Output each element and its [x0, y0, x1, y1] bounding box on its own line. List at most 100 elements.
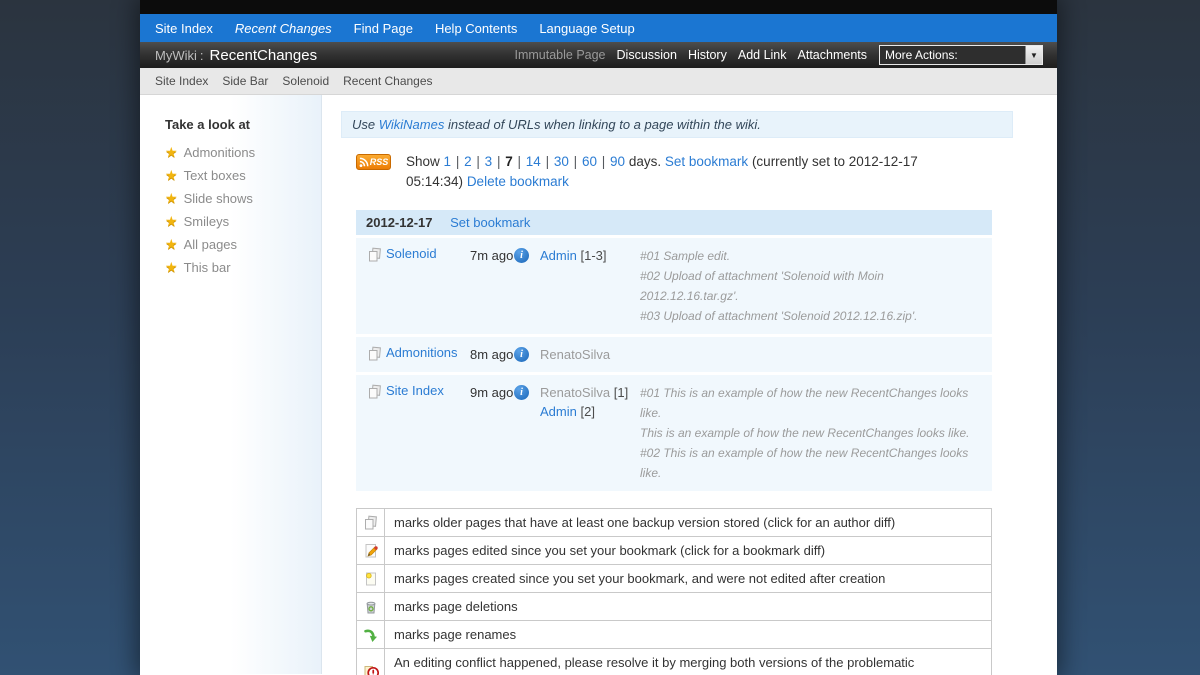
sidebar-item-all-pages[interactable]: ★ All pages: [165, 233, 321, 256]
crumb-side-bar[interactable]: Side Bar: [222, 74, 268, 88]
author-line: RenatoSilva [1]: [540, 383, 640, 402]
action-discussion[interactable]: Discussion: [617, 48, 677, 62]
rss-label: RSS: [369, 157, 389, 167]
page-name: Solenoid: [386, 246, 470, 326]
pages-icon[interactable]: [364, 246, 386, 326]
author-link[interactable]: Admin: [540, 404, 577, 419]
sidebar-item-label[interactable]: Smileys: [184, 214, 230, 229]
page-title: RecentChanges: [209, 46, 318, 64]
rss-show-line: RSS Show 1 | 2 | 3 | 7 | 14 | 30 | 60 | …: [356, 152, 1017, 192]
star-icon: ★: [165, 190, 178, 206]
comment-line: #02 Upload of attachment 'Solenoid with …: [640, 269, 884, 303]
pages-icon: [356, 508, 385, 537]
sidebar-item-slide-shows[interactable]: ★ Slide shows: [165, 187, 321, 210]
pipe-separator: |: [455, 154, 460, 169]
sidebar-item-label[interactable]: Slide shows: [184, 191, 253, 206]
rss-icon[interactable]: RSS: [356, 154, 391, 170]
sidebar-item-this-bar[interactable]: ★ This bar: [165, 256, 321, 279]
wiki-name[interactable]: MyWiki: [155, 48, 197, 63]
main-navbar: Site Index Recent Changes Find Page Help…: [140, 14, 1057, 42]
page-link[interactable]: Site Index: [386, 383, 444, 398]
show-14-days-link[interactable]: 14: [526, 154, 541, 169]
sidebar-item-smileys[interactable]: ★ Smileys: [165, 210, 321, 233]
wiki-page: Site Index Recent Changes Find Page Help…: [140, 0, 1057, 675]
title-separator: :: [199, 47, 204, 63]
author-line: Admin [2]: [540, 402, 640, 421]
action-add-link[interactable]: Add Link: [738, 48, 787, 62]
show-60-days-link[interactable]: 60: [582, 154, 597, 169]
sidebar-item-label[interactable]: All pages: [184, 237, 237, 252]
show-1-day-link[interactable]: 1: [444, 154, 452, 169]
crumb-site-index[interactable]: Site Index: [155, 74, 208, 88]
set-bookmark-link[interactable]: Set bookmark: [450, 215, 530, 230]
sidebar-item-label[interactable]: Text boxes: [184, 168, 246, 183]
legend-text: marks page deletions: [384, 592, 992, 621]
nav-recent-changes[interactable]: Recent Changes: [224, 21, 343, 36]
star-icon: ★: [165, 167, 178, 183]
pages-icon[interactable]: [364, 345, 386, 364]
author-link[interactable]: Admin: [540, 248, 577, 263]
dropdown-arrow-icon[interactable]: ▼: [1025, 46, 1042, 64]
info-cell: i: [514, 246, 540, 326]
authors-cell: RenatoSilva: [540, 345, 640, 364]
page-link[interactable]: Admonitions: [386, 345, 458, 360]
nav-help-contents[interactable]: Help Contents: [424, 21, 528, 36]
show-word: Show: [406, 154, 440, 169]
sidebar: Take a look at ★ Admonitions ★ Text boxe…: [140, 95, 322, 674]
comment-line: #03 Upload of attachment 'Solenoid 2012.…: [640, 309, 918, 323]
breadcrumb: Site Index Side Bar Solenoid Recent Chan…: [140, 68, 1057, 95]
info-icon[interactable]: i: [514, 248, 529, 263]
sidebar-heading: Take a look at: [165, 117, 251, 132]
sidebar-item-admonitions[interactable]: ★ Admonitions: [165, 141, 321, 164]
change-row-site-index: Site Index 9m ago i RenatoSilva [1] Admi…: [356, 375, 992, 491]
delete-bookmark-link[interactable]: Delete bookmark: [467, 174, 569, 189]
sidebar-item-text-boxes[interactable]: ★ Text boxes: [165, 164, 321, 187]
more-actions-select[interactable]: More Actions: ▼: [879, 45, 1043, 65]
info-icon[interactable]: i: [514, 385, 529, 400]
legend-text: marks older pages that have at least one…: [384, 508, 992, 537]
revision-ref: [1-3]: [580, 248, 607, 263]
wikinames-link[interactable]: WikiNames: [379, 117, 445, 132]
author-name: RenatoSilva: [540, 385, 611, 400]
comments-cell: #01 This is an example of how the new Re…: [640, 383, 984, 483]
show-days-text: Show 1 | 2 | 3 | 7 | 14 | 30 | 60 | 90 d…: [406, 152, 951, 192]
legend-row: marks page renames: [356, 620, 992, 649]
action-attachments[interactable]: Attachments: [798, 48, 867, 62]
page-link[interactable]: Solenoid: [386, 246, 437, 261]
days-word: days.: [628, 154, 662, 169]
star-icon: ★: [165, 236, 178, 252]
set-bookmark-link[interactable]: Set bookmark: [665, 154, 748, 169]
pipe-separator: |: [476, 154, 480, 169]
comment-line: #01 This is an example of how the new Re…: [640, 386, 969, 420]
info-icon[interactable]: i: [514, 347, 529, 362]
crumb-solenoid[interactable]: Solenoid: [282, 74, 329, 88]
show-90-days-link[interactable]: 90: [610, 154, 625, 169]
change-row-solenoid: Solenoid 7m ago i Admin [1-3] #01 Sample…: [356, 238, 992, 334]
legend-text: marks page renames: [384, 620, 992, 649]
sidebar-item-label[interactable]: This bar: [184, 260, 231, 275]
tip-message: Use WikiNames instead of URLs when linki…: [341, 111, 1013, 138]
pages-icon[interactable]: [364, 383, 386, 483]
show-2-days-link[interactable]: 2: [464, 154, 472, 169]
content-area: Take a look at ★ Admonitions ★ Text boxe…: [140, 95, 1057, 675]
top-strip: [140, 0, 1057, 14]
pipe-separator: |: [517, 154, 522, 169]
title-bar: MyWiki : RecentChanges Immutable Page Di…: [140, 42, 1057, 68]
nav-find-page[interactable]: Find Page: [343, 21, 424, 36]
show-3-days-link[interactable]: 3: [485, 154, 493, 169]
legend-row: marks pages created since you set your b…: [356, 564, 992, 593]
revision-ref: [1]: [613, 385, 629, 400]
action-immutable-page: Immutable Page: [514, 48, 606, 62]
legend-row: marks pages edited since you set your bo…: [356, 536, 992, 565]
action-history[interactable]: History: [688, 48, 727, 62]
sidebar-item-label[interactable]: Admonitions: [184, 145, 256, 160]
title-actions: Immutable Page Discussion History Add Li…: [503, 45, 1043, 65]
rename-icon: [356, 620, 385, 649]
show-30-days-link[interactable]: 30: [554, 154, 569, 169]
crumb-recent-changes[interactable]: Recent Changes: [343, 74, 432, 88]
nav-site-index[interactable]: Site Index: [144, 21, 224, 36]
nav-language-setup[interactable]: Language Setup: [528, 21, 645, 36]
legend-row: marks page deletions: [356, 592, 992, 621]
change-row-admonitions: Admonitions 8m ago i RenatoSilva: [356, 337, 992, 372]
comment-line: #02 This is an example of how the new Re…: [640, 446, 969, 480]
